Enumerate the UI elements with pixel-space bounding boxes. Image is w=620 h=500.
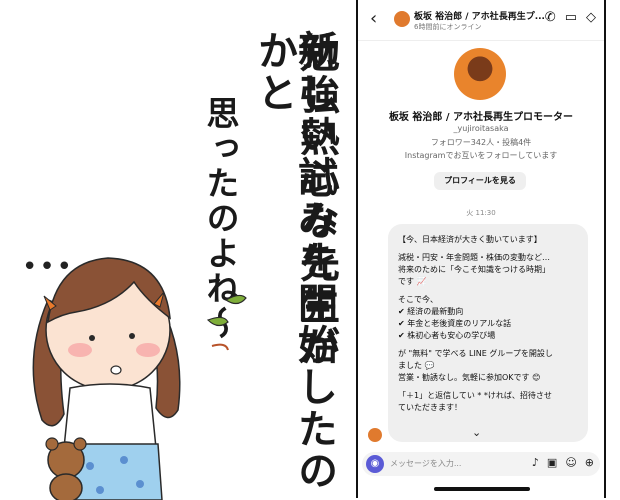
home-indicator xyxy=(434,487,530,491)
profile-handle: _yujiroitasaka xyxy=(453,124,509,133)
message-line: 将来のために「今こそ知識をつける時期」 xyxy=(398,265,550,274)
message-composer[interactable]: ◉ メッセージを入力... ♪ ▣ ☺ ⊕ xyxy=(362,452,600,476)
tag-icon[interactable]: ◇ xyxy=(586,10,596,25)
message-input[interactable]: メッセージを入力... xyxy=(390,458,461,469)
message-line: 「＋1」と返信してい * *ければ、招待させ xyxy=(398,391,552,400)
message-line: ✔ 経済の最新動向 xyxy=(398,307,464,316)
mic-icon[interactable]: ♪ xyxy=(532,456,539,469)
message-line: です 📈 xyxy=(398,277,427,286)
instagram-dm-screen: ‹ 板坂 裕治郎 / アホ社長再生プ... 6時間前にオンライン ✆ ▭ ◇ 板… xyxy=(356,0,606,498)
message-line: 営業・勧誘なし。気軽に参加OKです 😊 xyxy=(398,373,541,382)
message-line: ✔ 年金と老後資産のリアルな話 xyxy=(398,319,512,328)
phone-icon[interactable]: ✆ xyxy=(545,10,556,25)
chat-contact-status: 6時間前にオンライン xyxy=(414,23,482,31)
avatar[interactable] xyxy=(394,11,410,27)
view-profile-button[interactable]: プロフィールを見る xyxy=(434,172,526,190)
profile-stats: フォロワー342人・投稿4件 xyxy=(430,138,532,147)
add-icon[interactable]: ⊕ xyxy=(585,456,594,469)
profile-name: 板坂 裕治郎 / アホ社長再生プロモーター xyxy=(388,112,574,123)
profile-avatar[interactable] xyxy=(454,48,506,100)
camera-icon[interactable]: ◉ xyxy=(366,455,384,473)
message-line: ✔ 株初心者も安心の学び場 xyxy=(398,331,496,340)
message-line: 減税・円安・年金問題・株価の変動など… xyxy=(398,253,550,262)
message-line: 【今、日本経済が大きく動いています】 xyxy=(398,235,542,244)
video-icon[interactable]: ▭ xyxy=(565,10,577,25)
message-line: ました 💬 xyxy=(398,361,435,370)
girl-illustration xyxy=(32,257,247,500)
image-icon[interactable]: ▣ xyxy=(547,456,557,469)
message-timestamp: 火 11:30 xyxy=(466,209,496,217)
chat-header: ‹ 板坂 裕治郎 / アホ社長再生プ... 6時間前にオンライン ✆ ▭ ◇ xyxy=(358,0,604,41)
message-line: そこで今、 xyxy=(398,295,438,304)
chat-contact-name[interactable]: 板坂 裕治郎 / アホ社長再生プ... xyxy=(414,9,545,22)
chevron-down-icon[interactable]: ⌄ xyxy=(472,426,481,439)
manga-panel: 勉強熱心な先生が 新しい試みを開始したのかと 思ったのよね〜 ••• xyxy=(0,0,350,500)
message-line: ていただきます！ xyxy=(398,403,462,412)
sticker-icon[interactable]: ☺ xyxy=(565,456,576,469)
back-chevron-icon[interactable]: ‹ xyxy=(370,8,377,29)
message-bubble: 【今、日本経済が大きく動いています】 減税・円安・年金問題・株価の変動など… 将… xyxy=(388,224,588,442)
message-line: が "無料" で学べる LINE グループを開設し xyxy=(398,349,553,358)
sender-avatar xyxy=(368,428,382,442)
profile-mutual-follow: Instagramでお互いをフォローしています xyxy=(404,151,558,160)
